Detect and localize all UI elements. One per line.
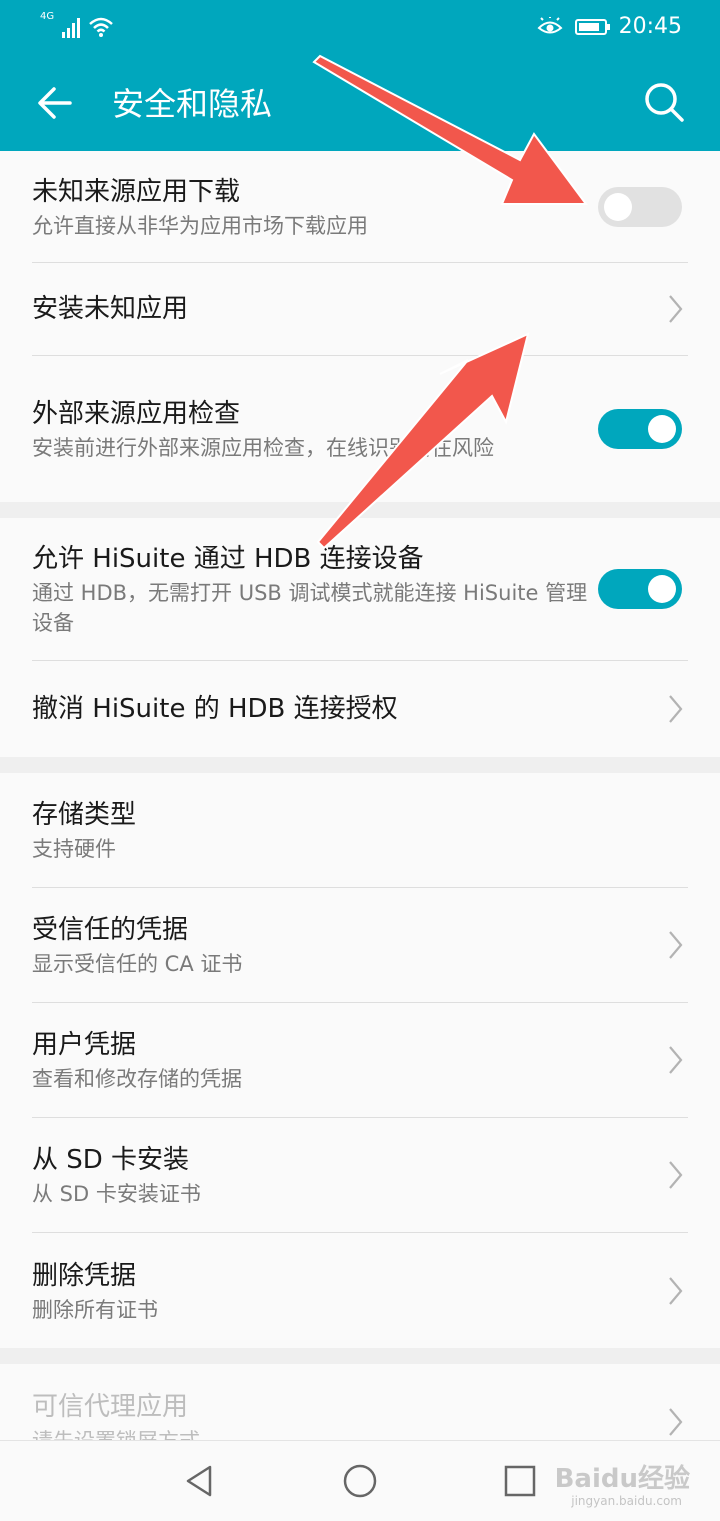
section-divider — [0, 1348, 720, 1364]
row-title: 未知来源应用下载 — [32, 176, 241, 207]
row-subtitle: 通过 HDB，无需打开 USB 调试模式就能连接 HiSuite 管理设备 — [32, 581, 588, 635]
install-unknown-apps-row[interactable]: 安装未知应用 — [32, 263, 688, 356]
revoke-hdb-row[interactable]: 撤消 HiSuite 的 HDB 连接授权 — [32, 661, 688, 757]
row-title: 受信任的凭据 — [32, 915, 189, 945]
chevron-right-icon — [669, 1407, 683, 1436]
clear-credentials-row[interactable]: 删除凭据 删除所有证书 — [32, 1233, 688, 1348]
row-title: 从 SD 卡安装 — [32, 1145, 190, 1175]
recents-square-icon[interactable] — [500, 1461, 540, 1501]
network-type-label: 4G — [40, 11, 55, 22]
row-subtitle: 删除所有证书 — [32, 1297, 158, 1322]
row-subtitle: 允许直接从非华为应用市场下载应用 — [32, 213, 368, 238]
back-arrow-icon[interactable] — [30, 78, 80, 128]
unknown-source-download-row[interactable]: 未知来源应用下载 允许直接从非华为应用市场下载应用 — [32, 151, 688, 263]
chevron-right-icon — [669, 931, 683, 959]
watermark-url: jingyan.baidu.com — [571, 1494, 682, 1508]
home-circle-icon[interactable] — [340, 1461, 380, 1501]
watermark-brand: Baidu经验 — [554, 1464, 690, 1494]
page-title: 安全和隐私 — [112, 85, 273, 123]
row-title: 存储类型 — [32, 800, 137, 830]
row-title: 安装未知应用 — [32, 294, 189, 324]
trust-agents-row[interactable]: 可信代理应用 请先设置锁屏方式 — [32, 1364, 688, 1440]
group-sources: 未知来源应用下载 允许直接从非华为应用市场下载应用 安装未知应用 外部来源应用检… — [0, 151, 720, 502]
group-trust-agents: 可信代理应用 请先设置锁屏方式 — [0, 1364, 720, 1440]
row-title: 撤消 HiSuite 的 HDB 连接授权 — [32, 694, 398, 724]
eye-comfort-icon — [537, 16, 563, 33]
toggle-knob — [648, 415, 676, 443]
storage-type-row: 存储类型 支持硬件 — [32, 773, 688, 888]
row-subtitle: 请先设置锁屏方式 — [32, 1426, 588, 1441]
settings-list: 未知来源应用下载 允许直接从非华为应用市场下载应用 安装未知应用 外部来源应用检… — [0, 151, 720, 1440]
chevron-right-icon — [669, 295, 683, 323]
trusted-credentials-row[interactable]: 受信任的凭据 显示受信任的 CA 证书 — [32, 888, 688, 1003]
wifi-icon — [89, 17, 113, 37]
user-credentials-row[interactable]: 用户凭据 查看和修改存储的凭据 — [32, 1003, 688, 1118]
row-title: 用户凭据 — [32, 1030, 137, 1060]
row-title: 允许 HiSuite 通过 HDB 连接设备 — [32, 544, 424, 574]
chevron-right-icon — [669, 1276, 683, 1305]
chevron-right-icon — [669, 1046, 683, 1074]
toggle-knob — [604, 192, 632, 221]
row-title: 外部来源应用检查 — [32, 399, 241, 429]
back-triangle-icon[interactable] — [180, 1461, 220, 1501]
app-bar: 安全和隐私 — [0, 56, 720, 151]
signal-icon — [62, 16, 81, 38]
row-subtitle: 查看和修改存储的凭据 — [32, 1067, 242, 1091]
row-title: 删除凭据 — [32, 1260, 137, 1291]
clock-time: 20:45 — [618, 14, 682, 39]
chevron-right-icon — [669, 1161, 683, 1189]
row-subtitle: 显示受信任的 CA 证书 — [32, 952, 243, 976]
row-title: 可信代理应用 — [32, 1391, 189, 1422]
toggle-knob — [648, 575, 676, 603]
external-source-check-row[interactable]: 外部来源应用检查 安装前进行外部来源应用检查，在线识别潜在风险 — [32, 356, 688, 502]
hisuite-hdb-row[interactable]: 允许 HiSuite 通过 HDB 连接设备 通过 HDB，无需打开 USB 调… — [32, 518, 688, 661]
row-subtitle: 支持硬件 — [32, 837, 116, 861]
row-subtitle: 安装前进行外部来源应用检查，在线识别潜在风险 — [32, 436, 494, 460]
chevron-right-icon — [669, 695, 683, 723]
search-icon[interactable] — [640, 78, 690, 128]
hisuite-hdb-toggle[interactable] — [598, 569, 682, 609]
section-divider — [0, 757, 720, 773]
row-subtitle: 从 SD 卡安装证书 — [32, 1182, 201, 1206]
section-divider — [0, 502, 720, 518]
battery-icon — [574, 18, 610, 35]
install-from-sd-row[interactable]: 从 SD 卡安装 从 SD 卡安装证书 — [32, 1118, 688, 1233]
group-hisuite: 允许 HiSuite 通过 HDB 连接设备 通过 HDB，无需打开 USB 调… — [0, 518, 720, 757]
unknown-source-download-toggle[interactable] — [598, 186, 682, 227]
external-source-check-toggle[interactable] — [598, 409, 682, 449]
status-bar: 4G 20:45 — [0, 0, 720, 56]
group-credentials: 存储类型 支持硬件 受信任的凭据 显示受信任的 CA 证书 用户凭据 查看和修改… — [0, 773, 720, 1348]
